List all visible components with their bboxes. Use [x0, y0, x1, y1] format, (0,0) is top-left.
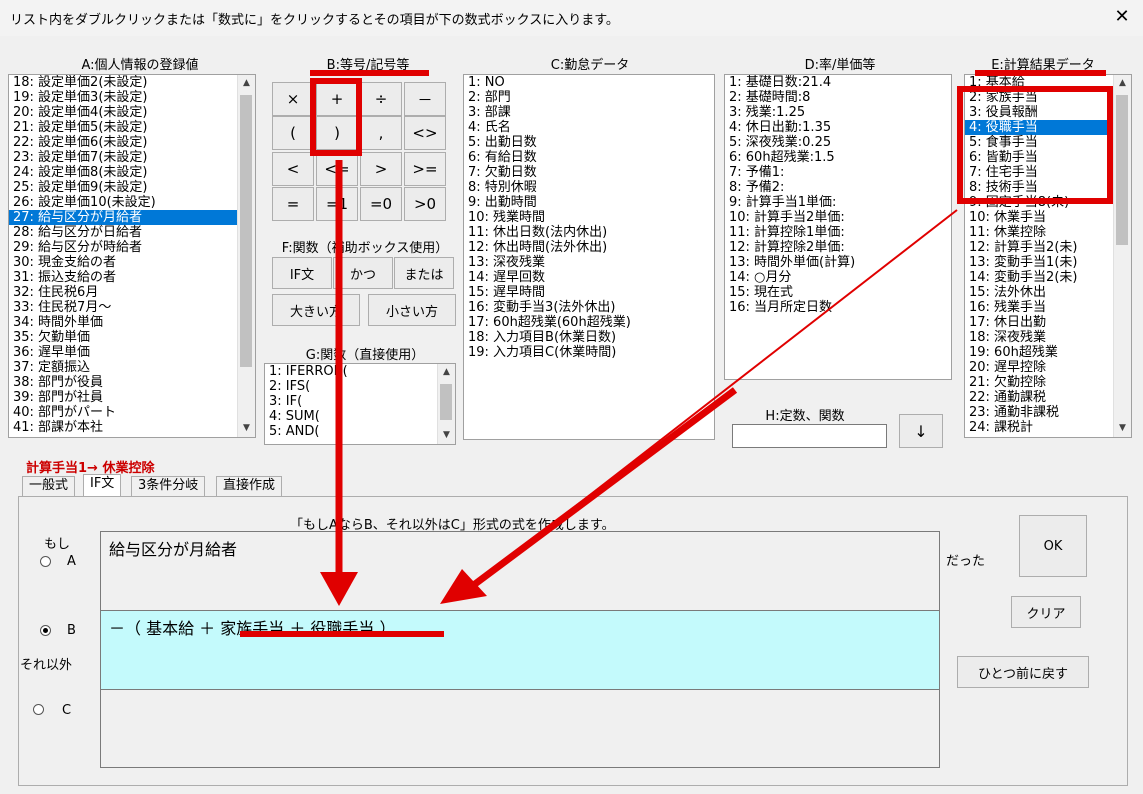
arrow-b-head: [320, 572, 358, 606]
annotation-arrows: [320, 160, 958, 606]
arrow-e-head: [440, 569, 487, 604]
arrow-e-line: [472, 387, 738, 587]
